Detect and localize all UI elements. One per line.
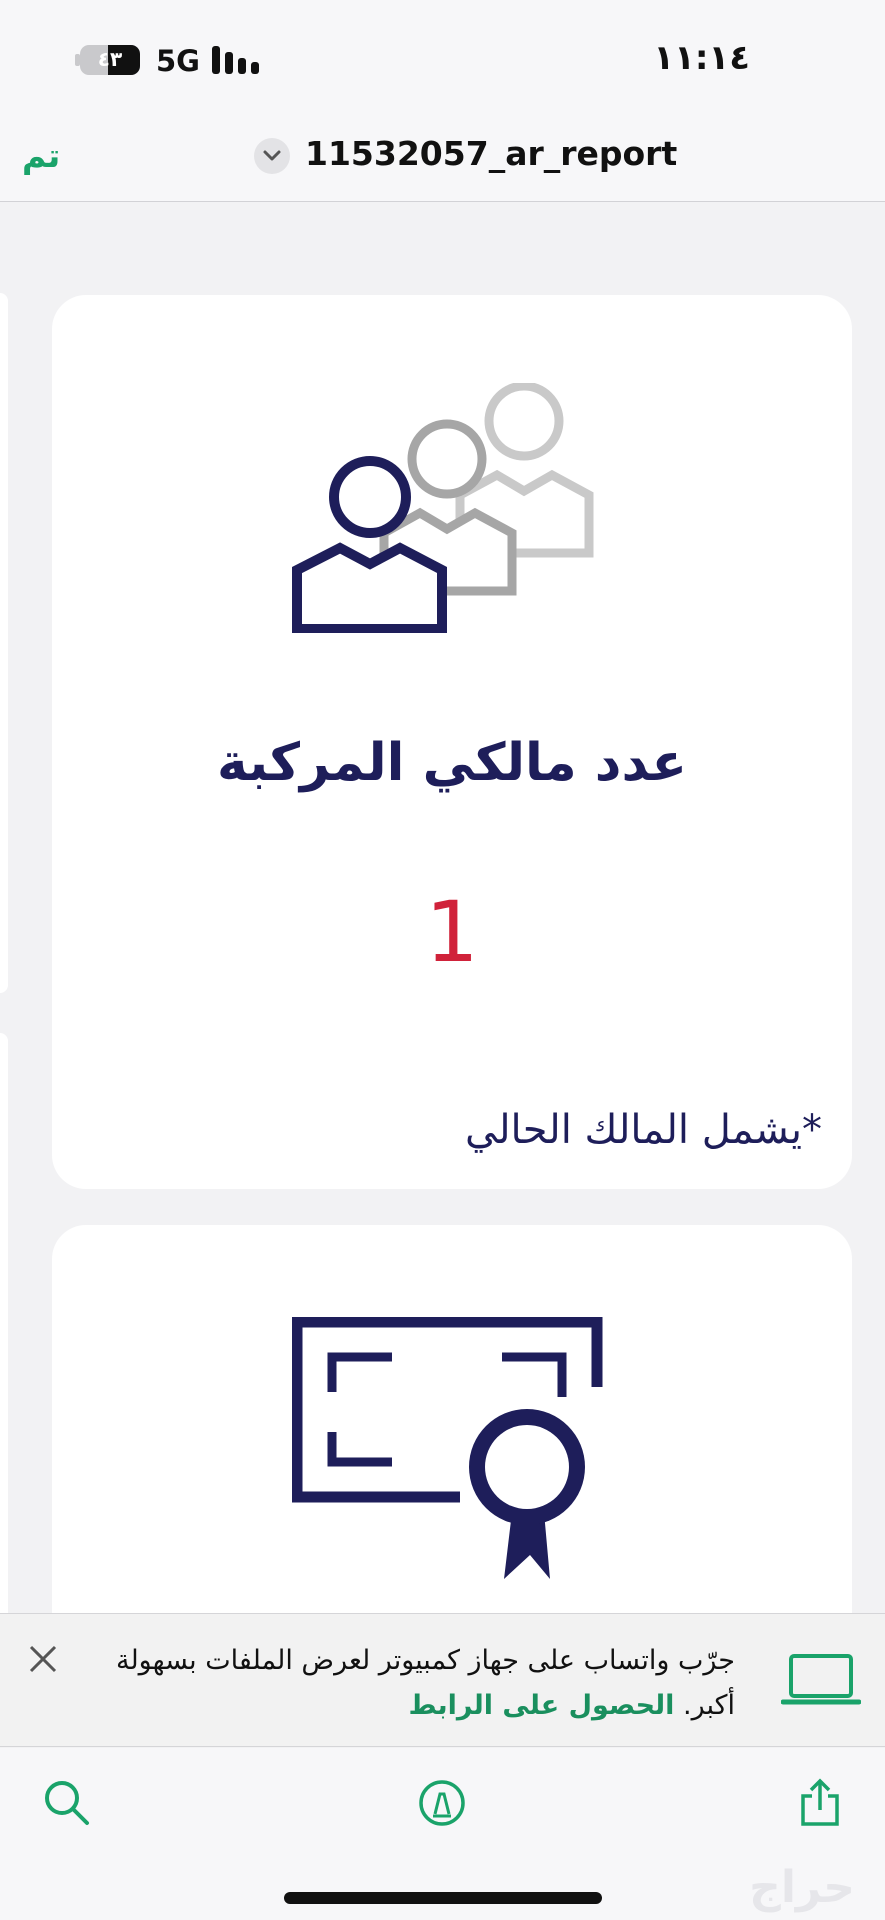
card-footnote: *يشمل المالك الحالي xyxy=(464,1107,822,1153)
get-link-button[interactable]: الحصول على الرابط xyxy=(409,1690,675,1721)
battery-cap xyxy=(75,54,80,66)
laptop-icon xyxy=(780,1652,862,1708)
banner-text: جرّب واتساب على جهاز كمبيوتر لعرض الملفا… xyxy=(80,1638,735,1728)
search-icon[interactable] xyxy=(42,1778,92,1828)
status-time: ١١:١٤ xyxy=(653,38,750,78)
chevron-down-icon[interactable] xyxy=(254,138,290,174)
document-nav-bar: تم 11532057_ar_report xyxy=(0,120,885,202)
desktop-promo-banner: جرّب واتساب على جهاز كمبيوتر لعرض الملفا… xyxy=(0,1613,885,1747)
home-indicator[interactable] xyxy=(284,1892,602,1904)
status-bar: ٤٣ 5G ١١:١٤ xyxy=(0,0,885,120)
certificate-icon xyxy=(292,1317,603,1579)
close-icon[interactable] xyxy=(28,1644,58,1674)
network-label: 5G xyxy=(156,44,200,78)
owners-group-icon xyxy=(292,383,594,633)
previous-page-edge xyxy=(0,293,8,993)
markup-pen-icon[interactable] xyxy=(417,1778,467,1828)
battery-level: ٤٣ xyxy=(97,47,123,71)
owners-count-value: 1 xyxy=(425,883,479,981)
owners-card: عدد مالكي المركبة 1 *يشمل المالك الحالي xyxy=(52,295,852,1189)
document-viewer[interactable]: عدد مالكي المركبة 1 *يشمل المالك الحالي xyxy=(0,203,885,1613)
signal-icon xyxy=(212,46,262,74)
battery-icon: ٤٣ xyxy=(80,45,140,75)
certificate-card xyxy=(52,1225,852,1613)
done-button[interactable]: تم xyxy=(22,136,60,175)
card-title: عدد مالكي المركبة xyxy=(216,733,688,793)
previous-page-edge xyxy=(0,1033,8,1613)
watermark: حراج xyxy=(749,1862,855,1913)
share-icon[interactable] xyxy=(795,1778,845,1828)
file-title[interactable]: 11532057_ar_report xyxy=(305,134,677,173)
